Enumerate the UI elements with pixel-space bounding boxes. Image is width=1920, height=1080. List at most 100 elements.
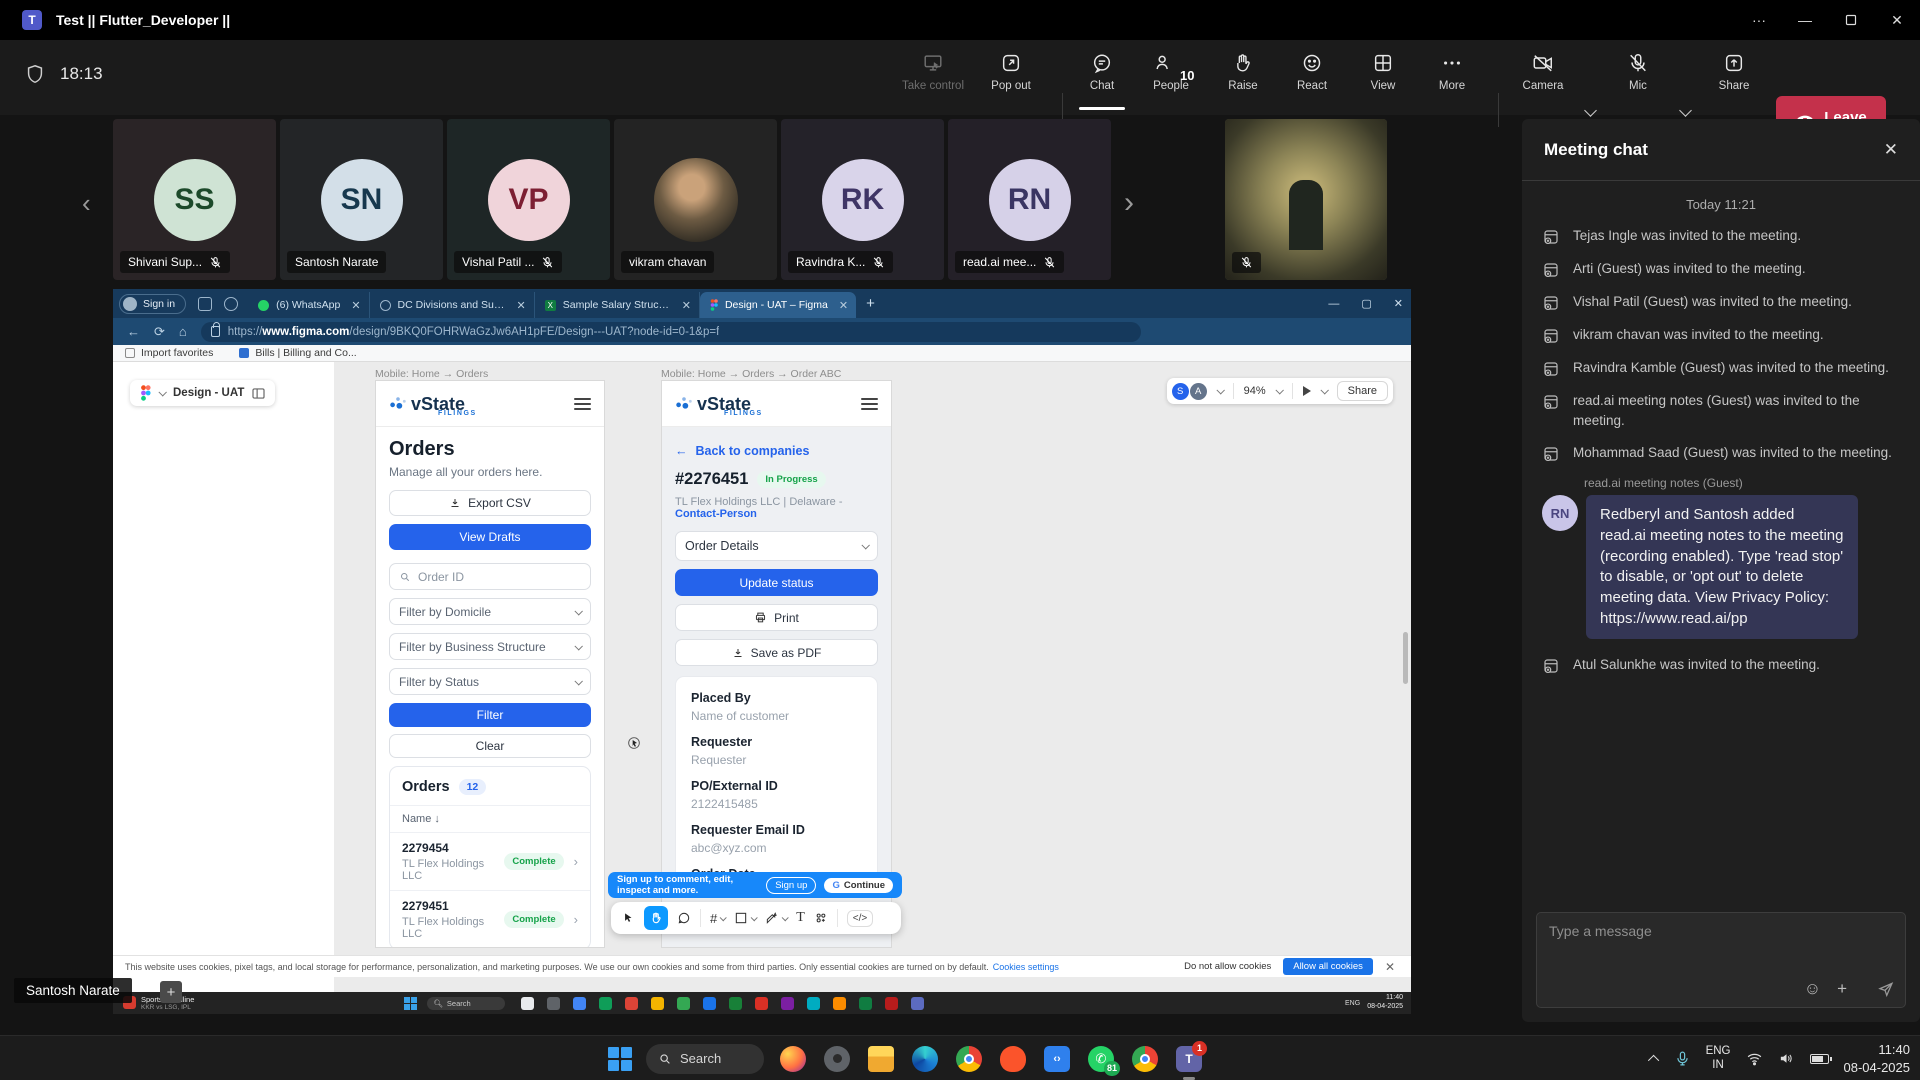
view-button[interactable]: View (1352, 52, 1414, 106)
figma-frame-order-detail[interactable]: vState FILINGS ← Back to companies #2276… (661, 380, 892, 948)
chevron-right-icon[interactable]: › (574, 854, 578, 869)
bills-bookmark[interactable]: Bills | Billing and Co... (239, 347, 356, 359)
settings-taskbar-icon[interactable] (822, 1044, 852, 1074)
cookie-close-icon[interactable]: ✕ (1385, 960, 1395, 974)
browser-tab[interactable]: XSample Salary Structure with calc✕ (535, 292, 700, 318)
chevron-down-icon[interactable] (1216, 386, 1224, 394)
frame1-breadcrumb[interactable]: Mobile: Home → Orders (375, 368, 488, 380)
browser-tab[interactable]: Design - UAT – Figma✕ (700, 292, 856, 318)
shared-pinned-app-icon[interactable] (573, 997, 586, 1010)
shared-pinned-app-icon[interactable] (599, 997, 612, 1010)
back-to-companies-link[interactable]: ← Back to companies (675, 444, 878, 458)
shared-pinned-app-icon[interactable] (807, 997, 820, 1010)
zoom-chevron-icon[interactable] (1275, 386, 1283, 394)
figma-share-button[interactable]: Share (1337, 381, 1388, 401)
browser-tab[interactable]: DC Divisions and Surroundings✕ (370, 292, 535, 318)
move-tool-icon[interactable] (621, 911, 635, 925)
react-button[interactable]: React (1281, 52, 1343, 106)
tiles-scroll-left-icon[interactable]: ‹ (82, 188, 91, 219)
figma-canvas[interactable]: Design - UAT S A 94% Share Mobile: Home … (113, 362, 1411, 992)
view-drafts-button[interactable]: View Drafts (389, 524, 591, 550)
participant-tile[interactable]: SSShivani Sup... (113, 119, 276, 280)
shared-pinned-app-icon[interactable] (833, 997, 846, 1010)
hamburger-menu-icon[interactable] (574, 398, 591, 414)
allow-cookies-button[interactable]: Allow all cookies (1283, 958, 1373, 975)
frame2-breadcrumb[interactable]: Mobile: Home → Orders → Order ABC (661, 368, 841, 380)
chrome-taskbar-icon[interactable] (954, 1044, 984, 1074)
filter-dropdown[interactable]: Filter by Status (389, 668, 591, 695)
tray-mic-icon[interactable] (1674, 1050, 1691, 1067)
camera-button[interactable]: Camera (1512, 52, 1574, 106)
taskbar-search[interactable]: Search (646, 1044, 764, 1074)
present-icon[interactable] (1303, 386, 1311, 396)
firefox-taskbar-icon[interactable] (778, 1044, 808, 1074)
save-as-pdf-button[interactable]: Save as PDF (675, 639, 878, 666)
people-button[interactable]: 10 People (1140, 52, 1202, 106)
explorer-taskbar-icon[interactable] (866, 1044, 896, 1074)
back-icon[interactable]: ← (127, 324, 140, 339)
zoom-level[interactable]: 94% (1244, 385, 1266, 397)
shared-search-box[interactable]: 🔍︎Search (427, 997, 505, 1010)
speaker-icon[interactable] (1778, 1050, 1795, 1067)
order-id-input[interactable]: Order ID (389, 563, 591, 590)
order-row[interactable]: 2279454 TL Flex Holdings LLC Complete › (390, 833, 590, 891)
close-button[interactable]: ✕ (1874, 0, 1920, 40)
tab-close-icon[interactable]: ✕ (517, 299, 526, 312)
tiles-scroll-right-icon[interactable]: › (1124, 186, 1134, 220)
comment-tool-icon[interactable] (677, 911, 691, 925)
participant-tile[interactable]: SNSantosh Narate (280, 119, 443, 280)
print-button[interactable]: Print (675, 604, 878, 631)
figma-doc-chip[interactable]: Design - UAT (130, 380, 275, 406)
filter-dropdown[interactable]: Filter by Business Structure (389, 633, 591, 660)
shared-pinned-app-icon[interactable] (885, 997, 898, 1010)
tab-actions-icon[interactable] (224, 297, 238, 311)
shared-pinned-app-icon[interactable] (859, 997, 872, 1010)
chat-compose-box[interactable]: ☺ + (1536, 912, 1906, 1008)
shared-pinned-app-icon[interactable] (781, 997, 794, 1010)
refresh-icon[interactable]: ⟳ (154, 324, 165, 340)
maximize-button[interactable] (1828, 0, 1874, 40)
chat-input[interactable] (1549, 923, 1893, 939)
participant-tile[interactable]: VPVishal Patil ... (447, 119, 610, 280)
order-row[interactable]: 2279451 TL Flex Holdings LLC Complete › (390, 891, 590, 948)
attach-plus-icon[interactable]: + (1837, 979, 1847, 999)
tray-expand-icon[interactable] (1648, 1054, 1659, 1065)
canvas-scrollbar[interactable] (1403, 632, 1408, 684)
more-button[interactable]: More (1421, 52, 1483, 106)
taskbar-clock[interactable]: 11:4008-04-2025 (1844, 1041, 1911, 1076)
dev-mode-tool-icon[interactable]: </> (847, 910, 873, 927)
share-button[interactable]: Share (1703, 52, 1765, 106)
address-bar[interactable]: https://www.figma.com/design/9BKQ0FOHRWa… (201, 322, 1141, 342)
collaborator-avatar-a[interactable]: A (1190, 383, 1207, 400)
filter-button[interactable]: Filter (389, 703, 591, 727)
tab-close-icon[interactable]: ✕ (682, 299, 691, 312)
camera-options-chevron-icon[interactable] (1584, 104, 1597, 117)
news-widget[interactable]: Sports Headline KKR vs LSG, IPL (123, 995, 194, 1012)
workspaces-icon[interactable] (198, 297, 212, 311)
battery-icon[interactable] (1810, 1054, 1829, 1064)
edge-taskbar-icon[interactable] (910, 1044, 940, 1074)
tab-close-icon[interactable]: ✕ (839, 299, 848, 312)
import-favorites-button[interactable]: Import favorites (125, 347, 213, 359)
google-continue-button[interactable]: G Continue (824, 878, 893, 893)
raise-hand-button[interactable]: Raise (1212, 52, 1274, 106)
brave-taskbar-icon[interactable] (998, 1044, 1028, 1074)
whatsapp-taskbar-icon[interactable]: ✆81 (1086, 1044, 1116, 1074)
chat-button[interactable]: Chat (1071, 52, 1133, 106)
participant-tile[interactable] (1225, 119, 1387, 280)
pop-out-button[interactable]: Pop out (980, 52, 1042, 106)
shared-pinned-app-icon[interactable] (703, 997, 716, 1010)
shared-pinned-app-icon[interactable] (625, 997, 638, 1010)
emoji-icon[interactable]: ☺ (1804, 979, 1821, 999)
send-icon[interactable] (1877, 980, 1895, 998)
browser-maximize-icon[interactable]: ▢ (1361, 297, 1371, 310)
cookies-settings-link[interactable]: Cookies settings (993, 962, 1059, 972)
text-tool-icon[interactable]: T (796, 910, 805, 926)
pen-tool-icon[interactable] (765, 911, 787, 925)
participant-tile[interactable]: RNread.ai mee... (948, 119, 1111, 280)
browser-signin-button[interactable]: Sign in (119, 294, 186, 314)
deny-cookies-link[interactable]: Do not allow cookies (1184, 961, 1271, 972)
shared-pinned-app-icon[interactable] (755, 997, 768, 1010)
browser-minimize-icon[interactable]: — (1328, 298, 1339, 310)
hamburger-menu-icon[interactable] (861, 398, 878, 414)
